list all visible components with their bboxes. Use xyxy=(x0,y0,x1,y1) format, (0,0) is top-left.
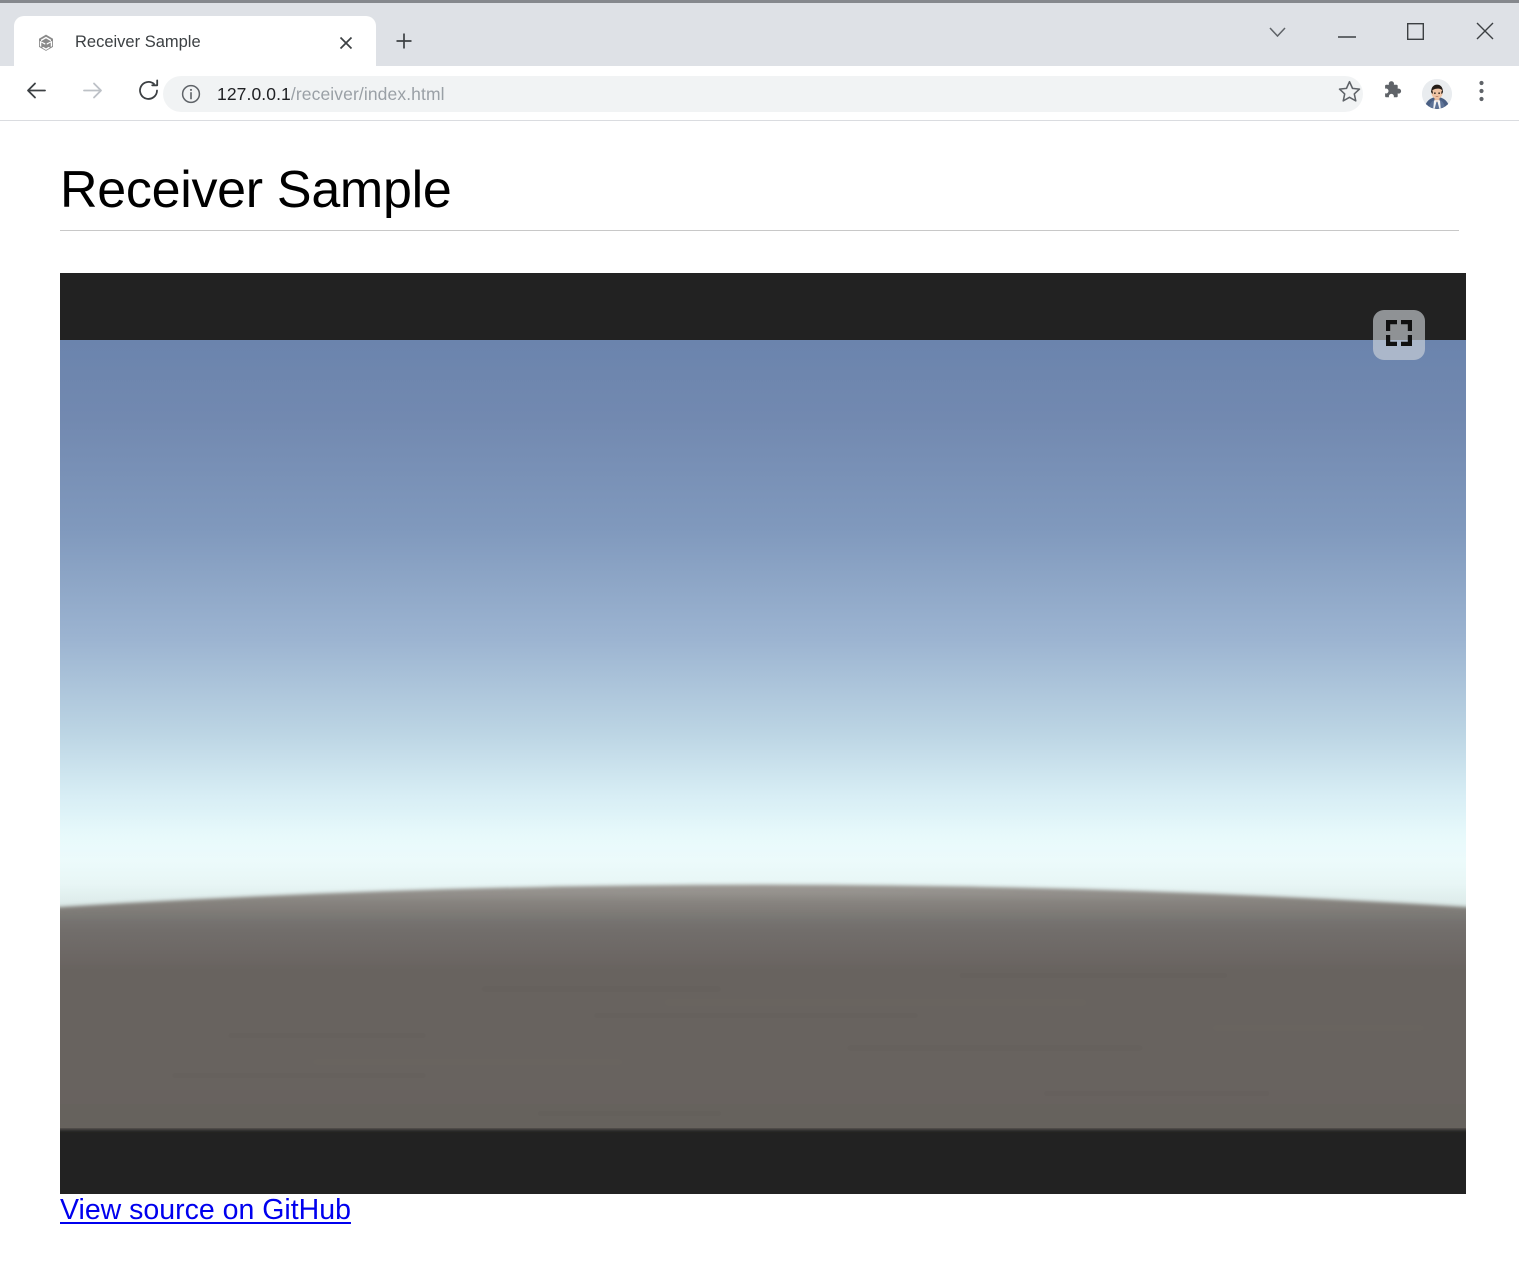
new-tab-button[interactable] xyxy=(386,25,422,61)
chevron-down-icon xyxy=(1269,25,1286,43)
plus-icon xyxy=(395,32,413,55)
puzzle-piece-icon xyxy=(1381,79,1405,108)
profile-button[interactable] xyxy=(1415,72,1459,116)
fullscreen-icon xyxy=(1384,318,1414,353)
extensions-button[interactable] xyxy=(1371,72,1415,116)
avatar-photo-icon xyxy=(1422,78,1452,109)
url-path: /receiver/index.html xyxy=(290,83,445,104)
window-controls xyxy=(1243,6,1519,61)
close-icon[interactable] xyxy=(332,29,360,57)
info-circle-icon[interactable] xyxy=(180,83,202,105)
url-text: 127.0.0.1/receiver/index.html xyxy=(217,84,445,105)
star-icon xyxy=(1337,79,1362,109)
reload-icon xyxy=(136,78,161,108)
address-bar[interactable]: 127.0.0.1/receiver/index.html xyxy=(163,76,1363,112)
tab-search-button[interactable] xyxy=(1243,6,1312,61)
close-icon xyxy=(1476,22,1494,45)
video-scene xyxy=(60,340,1466,1128)
forward-button xyxy=(70,71,114,115)
tab-title: Receiver Sample xyxy=(75,33,201,51)
video-player[interactable] xyxy=(60,273,1466,1194)
back-button[interactable] xyxy=(14,71,58,115)
arrow-right-icon xyxy=(80,78,105,108)
three-dot-menu-button[interactable] xyxy=(1459,72,1503,116)
unity-logo-icon xyxy=(39,34,53,51)
url-host: 127.0.0.1 xyxy=(217,83,291,104)
close-window-button[interactable] xyxy=(1450,6,1519,61)
arrow-left-icon xyxy=(24,78,49,108)
divider xyxy=(60,230,1459,231)
three-dot-menu-icon xyxy=(1478,80,1484,107)
browser-window: Receiver Sample 127.0.0.1/receiver/index… xyxy=(0,0,1519,1268)
page-content: Receiver Sample View source on GitHub xyxy=(0,122,1519,1268)
view-source-github-link[interactable]: View source on GitHub xyxy=(60,1194,351,1227)
maximize-button[interactable] xyxy=(1381,6,1450,61)
page-title: Receiver Sample xyxy=(60,161,452,219)
toolbar-right-actions xyxy=(1323,66,1519,121)
maximize-icon xyxy=(1406,22,1425,45)
bookmark-button[interactable] xyxy=(1327,72,1371,116)
browser-toolbar: 127.0.0.1/receiver/index.html xyxy=(0,66,1519,121)
browser-tab[interactable]: Receiver Sample xyxy=(14,16,376,69)
minimize-icon xyxy=(1337,25,1356,43)
fullscreen-button[interactable] xyxy=(1373,310,1425,360)
tab-strip: Receiver Sample xyxy=(0,0,1519,69)
minimize-button[interactable] xyxy=(1312,6,1381,61)
